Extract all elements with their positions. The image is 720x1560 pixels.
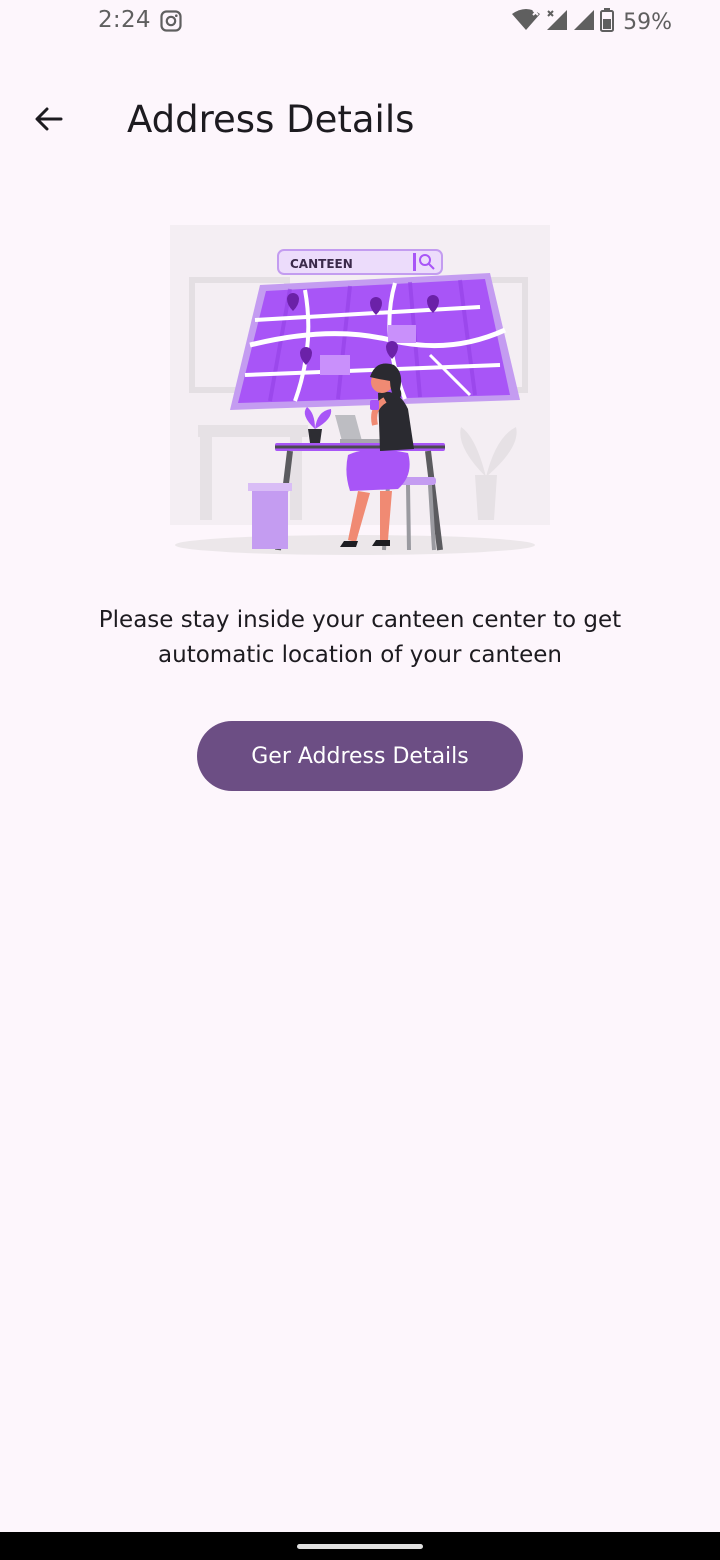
- instagram-icon: [159, 9, 183, 33]
- battery-percent: 59%: [623, 9, 672, 35]
- signal-icon: [573, 9, 595, 35]
- location-instruction-text: Please stay inside your canteen center t…: [98, 607, 622, 668]
- wifi-icon: [511, 8, 541, 36]
- arrow-back-icon: [33, 103, 65, 139]
- canteen-map-illustration: CANTEEN: [130, 215, 590, 565]
- page-title: Address Details: [127, 98, 415, 141]
- back-button[interactable]: [24, 96, 74, 146]
- status-bar: 2:24 59%: [0, 0, 720, 44]
- status-icons: 59%: [511, 7, 672, 37]
- battery-icon: [600, 8, 615, 36]
- status-time: 2:24: [98, 7, 151, 33]
- get-address-details-label: Ger Address Details: [251, 743, 469, 769]
- app-bar: Address Details: [0, 80, 720, 160]
- signal-icon: [546, 9, 568, 35]
- system-navigation-bar: [0, 1532, 720, 1560]
- illustration-search-text: CANTEEN: [290, 257, 353, 271]
- home-gesture-handle[interactable]: [297, 1544, 423, 1549]
- get-address-details-button[interactable]: Ger Address Details: [197, 721, 523, 791]
